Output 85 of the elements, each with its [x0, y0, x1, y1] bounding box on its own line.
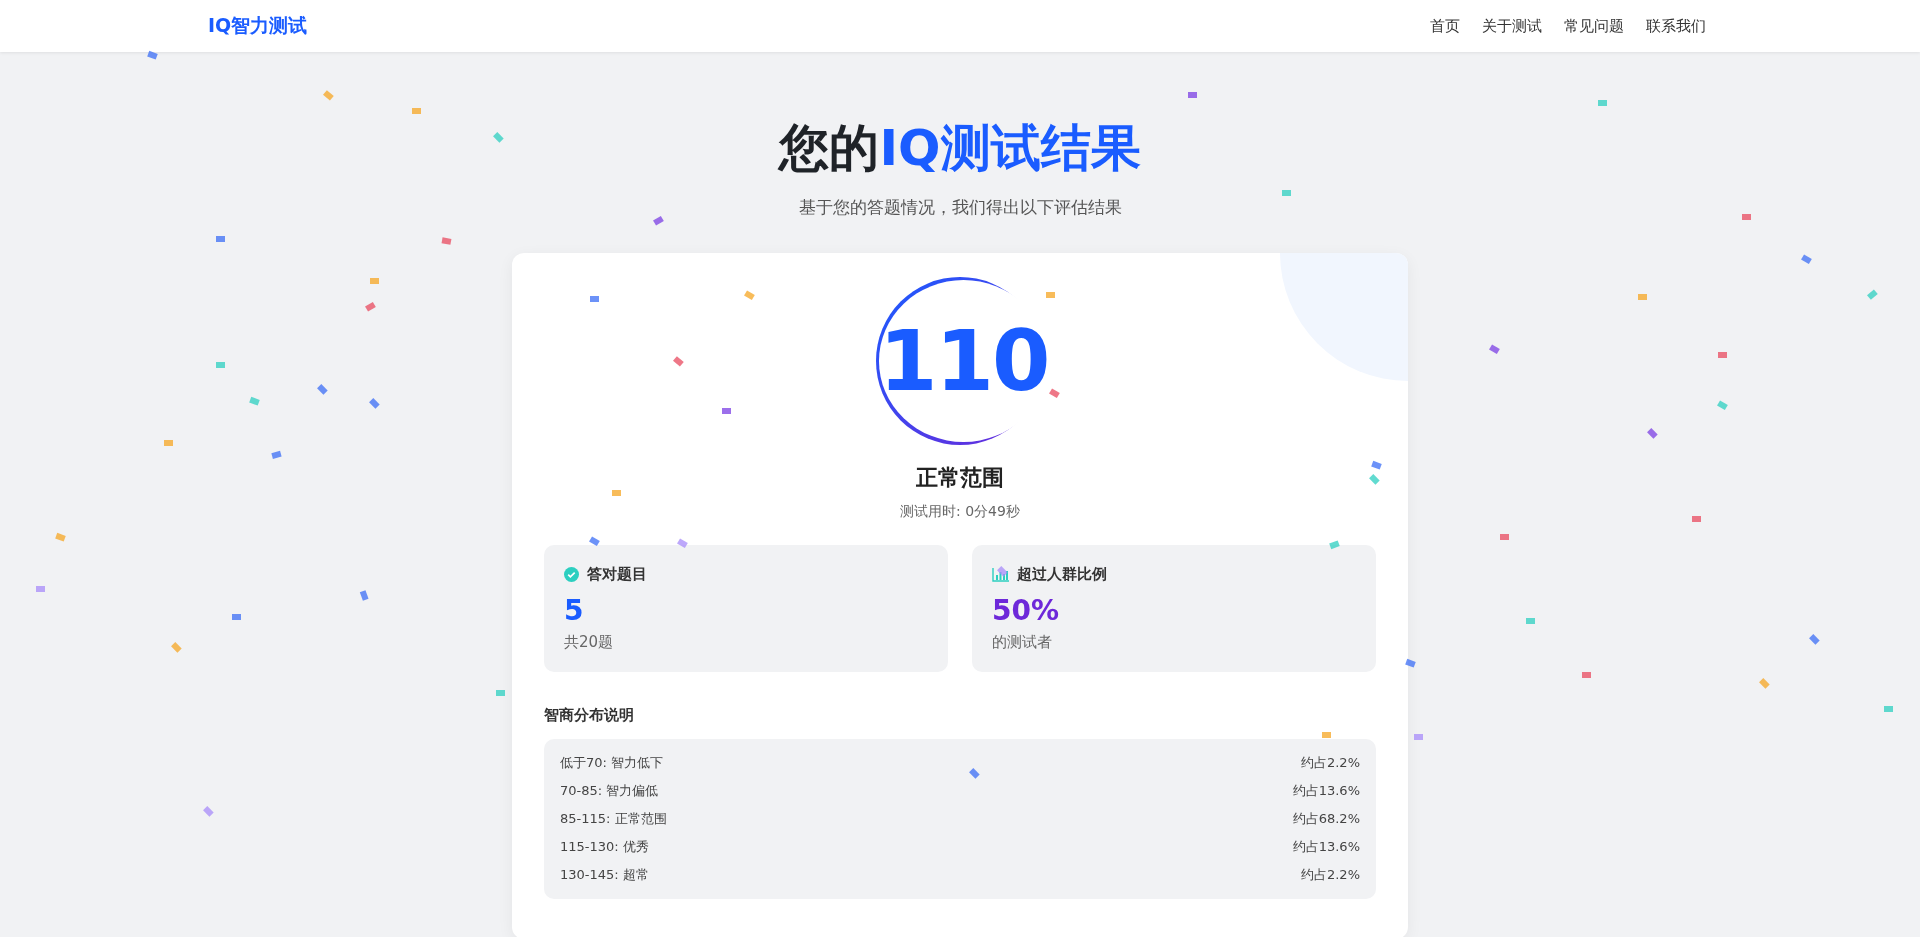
confetti-piece [1369, 474, 1380, 485]
iq-score: 110 [879, 312, 1049, 410]
confetti-piece [412, 108, 421, 114]
confetti-piece [1742, 214, 1751, 220]
confetti-piece [1526, 618, 1535, 624]
confetti-piece [744, 290, 755, 301]
confetti-piece [1867, 289, 1878, 300]
confetti-piece [1322, 732, 1331, 738]
confetti-piece [1329, 540, 1340, 550]
site-logo[interactable]: IQ智力测试 [208, 13, 308, 39]
nav-link[interactable]: 首页 [1430, 16, 1460, 36]
population-share: 约占13.6% [1292, 781, 1360, 800]
confetti-piece [164, 440, 173, 446]
confetti-piece [1647, 428, 1658, 439]
confetti-piece [1801, 254, 1812, 265]
confetti-piece [1718, 352, 1727, 358]
test-duration: 测试用时: 0分49秒 [900, 503, 1020, 521]
confetti-piece [359, 590, 369, 601]
confetti-piece [722, 408, 731, 414]
section-title: 智商分布说明 [544, 705, 634, 725]
nav-link[interactable]: 常见问题 [1564, 16, 1624, 36]
iq-category: 正常范围 [916, 464, 1004, 492]
confetti-piece [1405, 658, 1416, 668]
confetti-piece [55, 532, 66, 542]
check-circle-icon [564, 567, 579, 582]
population-share: 约占13.6% [1292, 837, 1360, 856]
confetti-piece [1884, 706, 1893, 712]
confetti-piece [1500, 534, 1509, 540]
confetti-piece [1414, 734, 1423, 740]
confetti-piece [1638, 294, 1647, 300]
confetti-piece [1582, 672, 1591, 678]
confetti-piece [216, 362, 225, 368]
stat-title: 超过人群比例 [1017, 565, 1107, 584]
confetti-piece [249, 396, 260, 406]
confetti-piece [271, 450, 282, 459]
confetti-piece [171, 642, 182, 653]
confetti-piece [370, 278, 379, 284]
stat-note: 共20题 [564, 632, 615, 652]
confetti-piece [677, 538, 688, 549]
confetti-piece [1371, 460, 1382, 470]
confetti-piece [203, 806, 214, 817]
confetti-piece [1598, 100, 1607, 106]
confetti-piece [612, 490, 621, 496]
nav-link[interactable]: 联系我们 [1646, 16, 1706, 36]
iq-range-label: 130-145: 超常 [560, 865, 649, 884]
stat-title: 答对题目 [587, 565, 647, 584]
confetti-piece [1049, 388, 1060, 399]
iq-range-label: 70-85: 智力偏低 [560, 781, 659, 800]
confetti-piece [969, 768, 980, 779]
confetti-piece [493, 132, 504, 143]
iq-range-label: 低于70: 智力低下 [560, 753, 664, 772]
confetti-piece [1717, 400, 1728, 411]
confetti-piece [369, 398, 380, 409]
confetti-piece [590, 296, 599, 302]
confetti-piece [653, 215, 664, 226]
confetti-piece [232, 614, 241, 620]
population-share: 约占2.2% [1300, 865, 1360, 884]
confetti-piece [1046, 292, 1055, 298]
confetti-piece [1188, 92, 1197, 98]
confetti-piece [589, 536, 600, 547]
population-share: 约占2.2% [1300, 753, 1360, 772]
stat-note: 的测试者 [992, 632, 1053, 652]
confetti-piece [441, 237, 452, 245]
confetti-piece [36, 586, 45, 592]
stat-value: 50% [992, 596, 1061, 627]
page-title: 您的IQ测试结果 [779, 118, 1141, 178]
nav-link[interactable]: 关于测试 [1482, 16, 1542, 36]
iq-range-label: 85-115: 正常范围 [560, 809, 667, 828]
confetti-piece [997, 566, 1008, 577]
stat-value: 5 [564, 596, 585, 627]
confetti-piece [323, 90, 334, 101]
confetti-piece [216, 236, 225, 242]
iq-range-label: 115-130: 优秀 [560, 837, 649, 856]
confetti-piece [1489, 344, 1500, 355]
population-share: 约占68.2% [1292, 809, 1360, 828]
confetti-piece [1692, 516, 1701, 522]
confetti-piece [496, 690, 505, 696]
confetti-piece [1759, 678, 1770, 689]
confetti-piece [365, 301, 376, 312]
confetti-piece [317, 384, 328, 395]
confetti-piece [673, 356, 684, 367]
page-subtitle: 基于您的答题情况，我们得出以下评估结果 [798, 196, 1122, 219]
confetti-piece [1809, 634, 1820, 645]
confetti-piece [1282, 190, 1291, 196]
confetti-piece [147, 50, 158, 60]
